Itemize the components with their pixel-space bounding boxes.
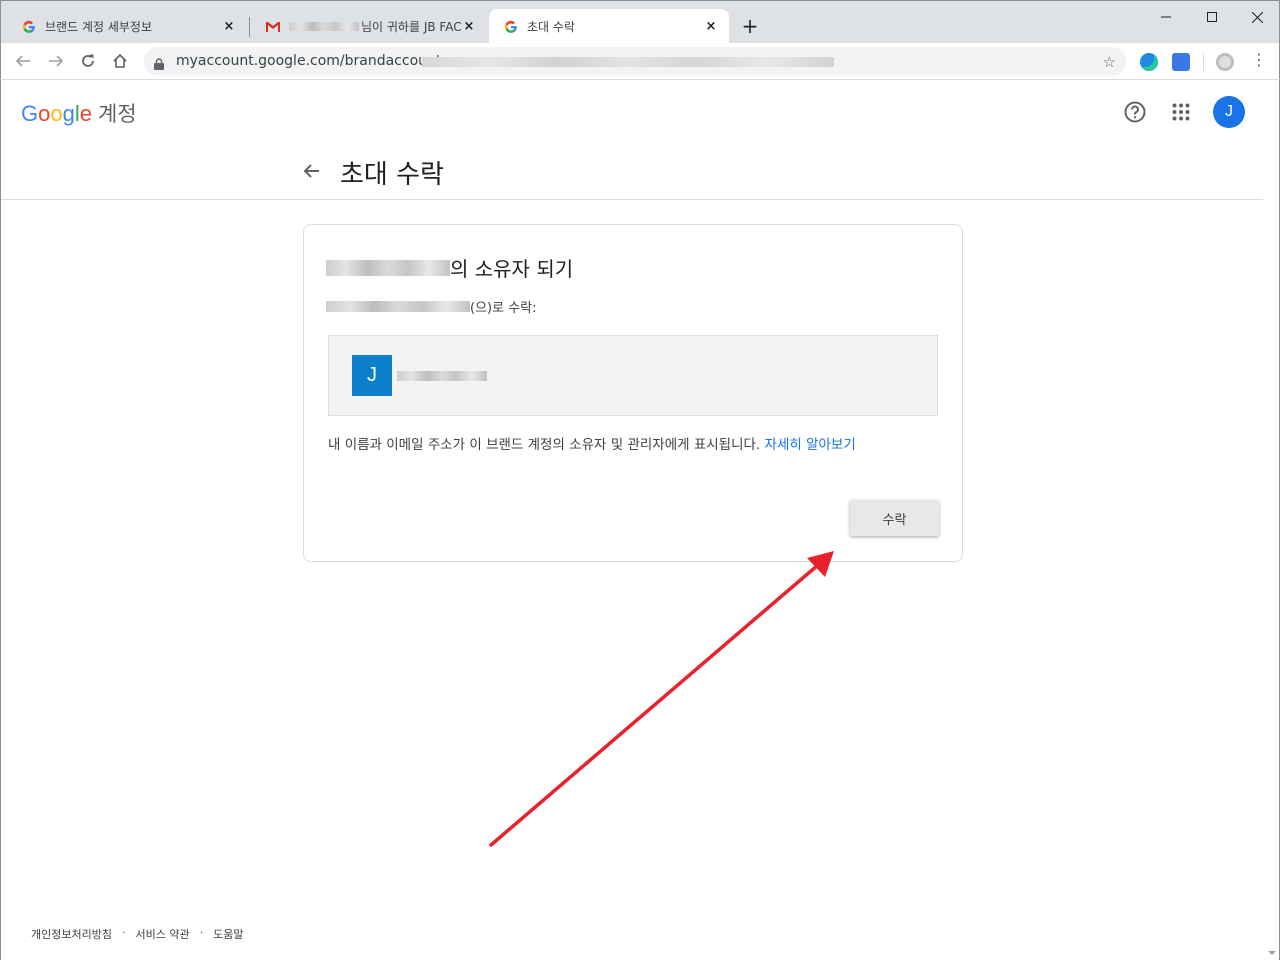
logo-letter: o bbox=[38, 101, 51, 126]
logo-letter: o bbox=[50, 101, 63, 126]
google-account-logo[interactable]: Google 계정 bbox=[21, 98, 137, 128]
reload-icon[interactable] bbox=[76, 49, 100, 73]
redacted-sender bbox=[289, 22, 359, 31]
apps-grid-icon[interactable] bbox=[1169, 100, 1193, 124]
accept-as-text: (으)로 수락: bbox=[470, 301, 537, 316]
address-bar[interactable]: myaccount.google.com/brandaccounts ☆ bbox=[144, 47, 1126, 76]
close-icon[interactable]: × bbox=[221, 19, 237, 35]
invitation-card: 의 소유자 되기 (으)로 수락: J 내 이름과 이메일 주소가 이 브랜드 … bbox=[303, 224, 963, 562]
help-icon[interactable] bbox=[1123, 100, 1147, 124]
tab-label: 님이 귀하를 JB FAC bbox=[361, 20, 461, 34]
header-divider bbox=[1, 199, 1263, 200]
window-close-icon[interactable] bbox=[1234, 5, 1280, 29]
google-g-icon bbox=[21, 19, 37, 35]
maximize-icon[interactable] bbox=[1189, 5, 1235, 29]
bookmark-star-icon[interactable]: ☆ bbox=[1103, 53, 1116, 71]
home-icon[interactable] bbox=[108, 49, 132, 73]
footer-terms-link[interactable]: 서비스 약관 bbox=[135, 926, 189, 942]
forward-icon[interactable] bbox=[44, 49, 68, 73]
close-icon[interactable]: × bbox=[703, 19, 719, 35]
url-text: myaccount.google.com/brandaccounts bbox=[176, 53, 449, 69]
page-content: Google 계정 J 초대 수락 의 소유자 되기 (으)로 수락: J 내 이… bbox=[0, 80, 1280, 960]
toolbar-divider bbox=[1203, 53, 1204, 71]
page-title: 초대 수락 bbox=[340, 160, 444, 190]
footer-separator: · bbox=[199, 926, 204, 939]
extension-analytics-icon[interactable] bbox=[1172, 53, 1190, 71]
back-arrow-icon[interactable] bbox=[301, 160, 323, 182]
card-title-text: 의 소유자 되기 bbox=[450, 257, 574, 281]
card-title: 의 소유자 되기 bbox=[326, 253, 573, 282]
scroll-down-arrow-icon[interactable] bbox=[1266, 944, 1278, 956]
browser-toolbar: myaccount.google.com/brandaccounts ☆ ⋮ bbox=[0, 43, 1280, 80]
back-icon[interactable] bbox=[11, 49, 35, 73]
tab-label: 브랜드 계정 세부정보 bbox=[45, 20, 152, 34]
redacted-account-name bbox=[397, 371, 487, 381]
redacted-url bbox=[422, 57, 834, 67]
logo-subtitle: 계정 bbox=[98, 103, 137, 126]
footer-help-link[interactable]: 도움말 bbox=[213, 926, 243, 942]
logo-letter: g bbox=[62, 101, 75, 126]
extension-icon[interactable] bbox=[1140, 53, 1158, 71]
profile-icon[interactable] bbox=[1216, 53, 1234, 71]
footer-separator: · bbox=[121, 926, 126, 939]
footer: 개인정보처리방침 · 서비스 약관 · 도움말 bbox=[31, 926, 243, 942]
lock-icon bbox=[154, 55, 164, 74]
account-chip: J bbox=[328, 335, 938, 416]
tab-accept-invitation[interactable]: 초대 수락 × bbox=[489, 9, 729, 44]
accept-as-label: (으)로 수락: bbox=[326, 297, 537, 316]
disclosure-text: 내 이름과 이메일 주소가 이 브랜드 계정의 소유자 및 관리자에게 표시됩니… bbox=[328, 435, 940, 455]
tab-gmail-invite[interactable]: 님이 귀하를 JB FAC × bbox=[251, 9, 487, 44]
redacted-email bbox=[326, 301, 470, 312]
browser-titlebar: 브랜드 계정 세부정보 × 님이 귀하를 JB FAC × 초대 수락 × + bbox=[0, 0, 1280, 44]
gmail-icon bbox=[265, 19, 281, 35]
logo-letter: G bbox=[21, 101, 39, 126]
account-avatar[interactable]: J bbox=[1213, 96, 1245, 128]
tab-label: 초대 수락 bbox=[527, 20, 575, 34]
logo-letter: e bbox=[79, 101, 93, 126]
close-icon[interactable]: × bbox=[461, 19, 477, 35]
redacted-brand-name bbox=[326, 259, 450, 276]
footer-privacy-link[interactable]: 개인정보처리방침 bbox=[31, 926, 112, 942]
accept-button[interactable]: 수락 bbox=[850, 500, 939, 536]
account-avatar: J bbox=[352, 355, 392, 396]
google-g-icon bbox=[503, 19, 519, 35]
disclosure-body: 내 이름과 이메일 주소가 이 브랜드 계정의 소유자 및 관리자에게 표시됩니… bbox=[328, 437, 761, 453]
tab-divider bbox=[249, 17, 250, 37]
minimize-icon[interactable] bbox=[1143, 5, 1189, 29]
tab-brand-account-details[interactable]: 브랜드 계정 세부정보 × bbox=[7, 9, 247, 44]
learn-more-link[interactable]: 자세히 알아보기 bbox=[765, 437, 856, 453]
menu-kebab-icon[interactable]: ⋮ bbox=[1251, 51, 1267, 69]
new-tab-button[interactable]: + bbox=[739, 15, 761, 37]
